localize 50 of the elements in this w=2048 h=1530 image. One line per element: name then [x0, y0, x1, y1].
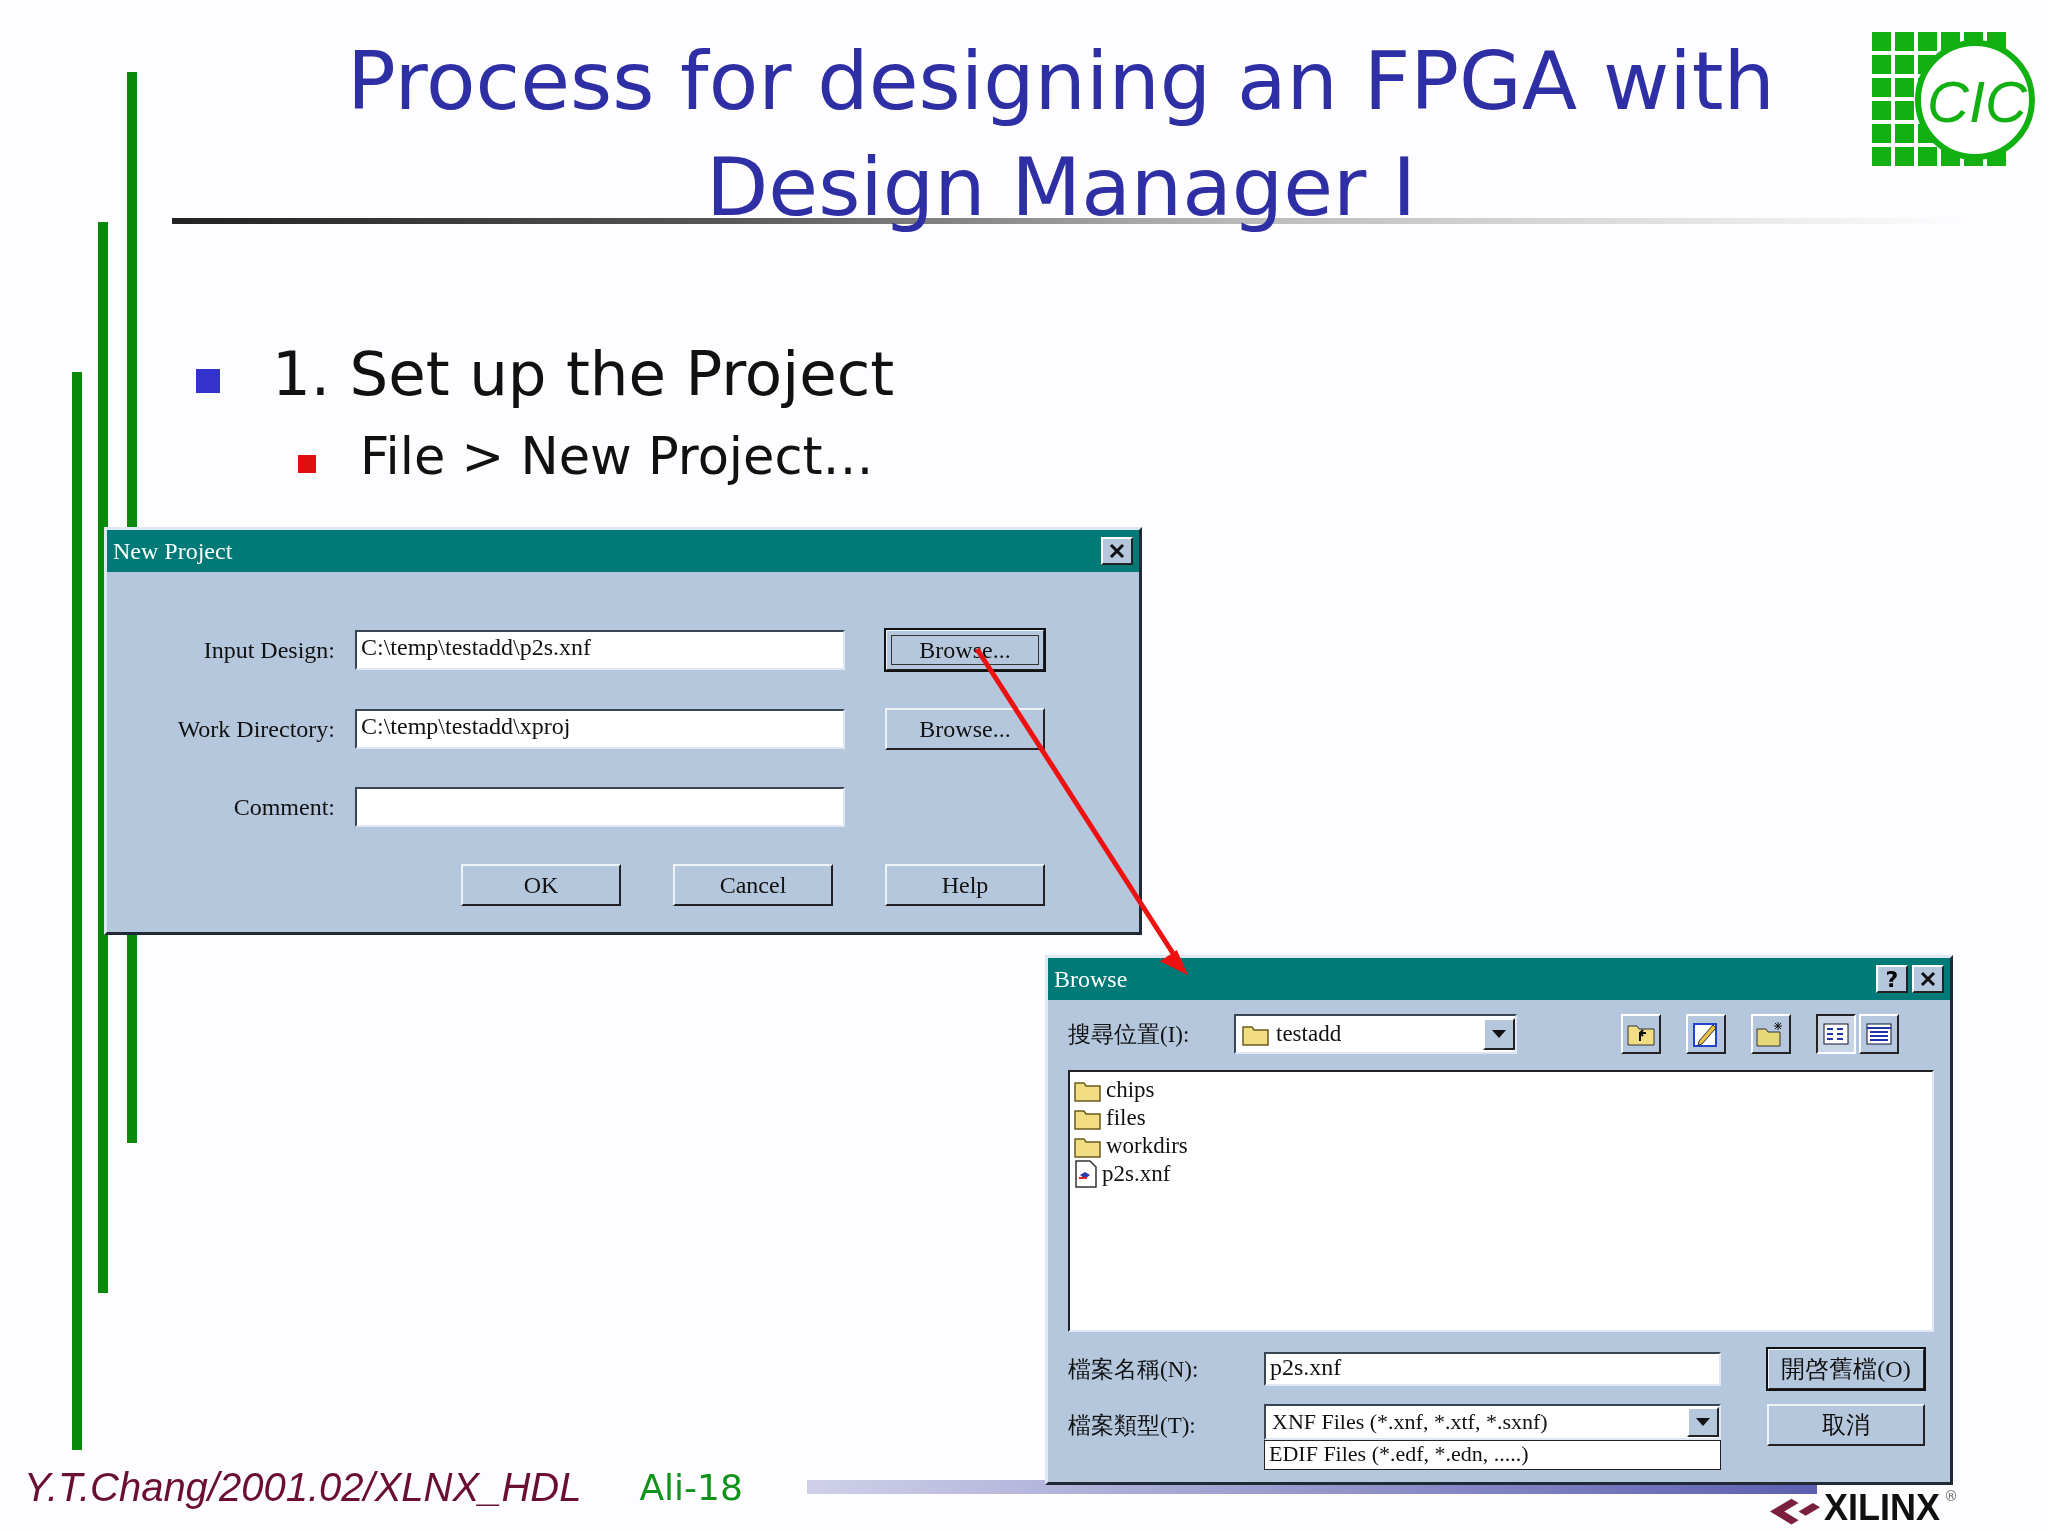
field-label: 檔案類型(T): [1068, 1412, 1197, 1440]
bullet-square [298, 454, 316, 473]
field-label: Input Design: [202, 636, 335, 664]
close-button[interactable] [1101, 537, 1133, 565]
toolbar-button[interactable] [1816, 1014, 1856, 1054]
bullet-text: 1. Set up the Project [272, 338, 895, 409]
close-icon [1109, 543, 1125, 559]
footer-author: Y.T.Chang/2001.02/XLNX_HDL [24, 1464, 582, 1510]
close-icon [1920, 971, 1936, 987]
file-item[interactable]: p2s.xnf [1102, 1161, 1171, 1187]
dialog-button[interactable]: Cancel [673, 864, 833, 906]
logo: CIC [1840, 0, 2048, 180]
field-label: Comment: [232, 793, 335, 821]
close-button[interactable] [1912, 965, 1944, 993]
caret-icon [1492, 1030, 1506, 1038]
list-view-icon [1823, 1023, 1849, 1045]
details-view-icon [1866, 1023, 1892, 1045]
slide-title: Design Manager I [705, 139, 1417, 236]
field-label: Work Directory: [176, 715, 335, 743]
look-in-label: 搜尋位置(I): [1068, 1020, 1191, 1049]
field-label: 檔案名稱(N): [1068, 1355, 1200, 1384]
dialog-button[interactable]: Help [885, 864, 1045, 906]
bullet-square [196, 368, 220, 393]
dropdown-option[interactable]: EDIF Files (*.edf, *.edn, .....) [1264, 1440, 1721, 1470]
open-button[interactable]: 開啓舊檔(O) [1767, 1348, 1925, 1390]
brand-name: XILINX [1824, 1488, 1940, 1528]
file-type-dropdown[interactable]: XNF Files (*.xnf, *.xtf, *.sxnf) [1264, 1404, 1721, 1440]
registered-mark: ® [1944, 1488, 1958, 1504]
up-folder-icon [1627, 1022, 1655, 1046]
dialog-title: Browse [1054, 965, 1129, 993]
page-number: Ali-18 [639, 1466, 743, 1508]
bullet-text: File > New Project… [360, 427, 874, 486]
input-field[interactable]: C:\temp\testadd\p2s.xnf [355, 630, 845, 670]
file-item[interactable]: chips [1106, 1077, 1155, 1103]
file-icon [1074, 1160, 1098, 1188]
slide-title: Process for designing an FPGA with [347, 33, 1775, 130]
pencil-icon [1692, 1020, 1720, 1048]
dialog-button[interactable]: OK [461, 864, 621, 906]
file-item[interactable]: files [1106, 1105, 1146, 1131]
help-button[interactable]: ? [1876, 965, 1908, 993]
cancel-button[interactable]: 取消 [1767, 1404, 1925, 1446]
input-field[interactable]: p2s.xnf [1264, 1352, 1721, 1386]
browse-button[interactable]: Browse... [885, 629, 1045, 671]
dialog-title: New Project [113, 537, 234, 565]
browse-button[interactable]: Browse... [885, 708, 1045, 750]
input-field[interactable]: C:\temp\testadd\xproj [355, 709, 845, 749]
input-field[interactable] [355, 787, 845, 827]
caret-icon [1696, 1418, 1710, 1426]
file-item[interactable]: workdirs [1106, 1133, 1188, 1159]
look-in-dropdown[interactable]: testadd [1234, 1014, 1517, 1054]
